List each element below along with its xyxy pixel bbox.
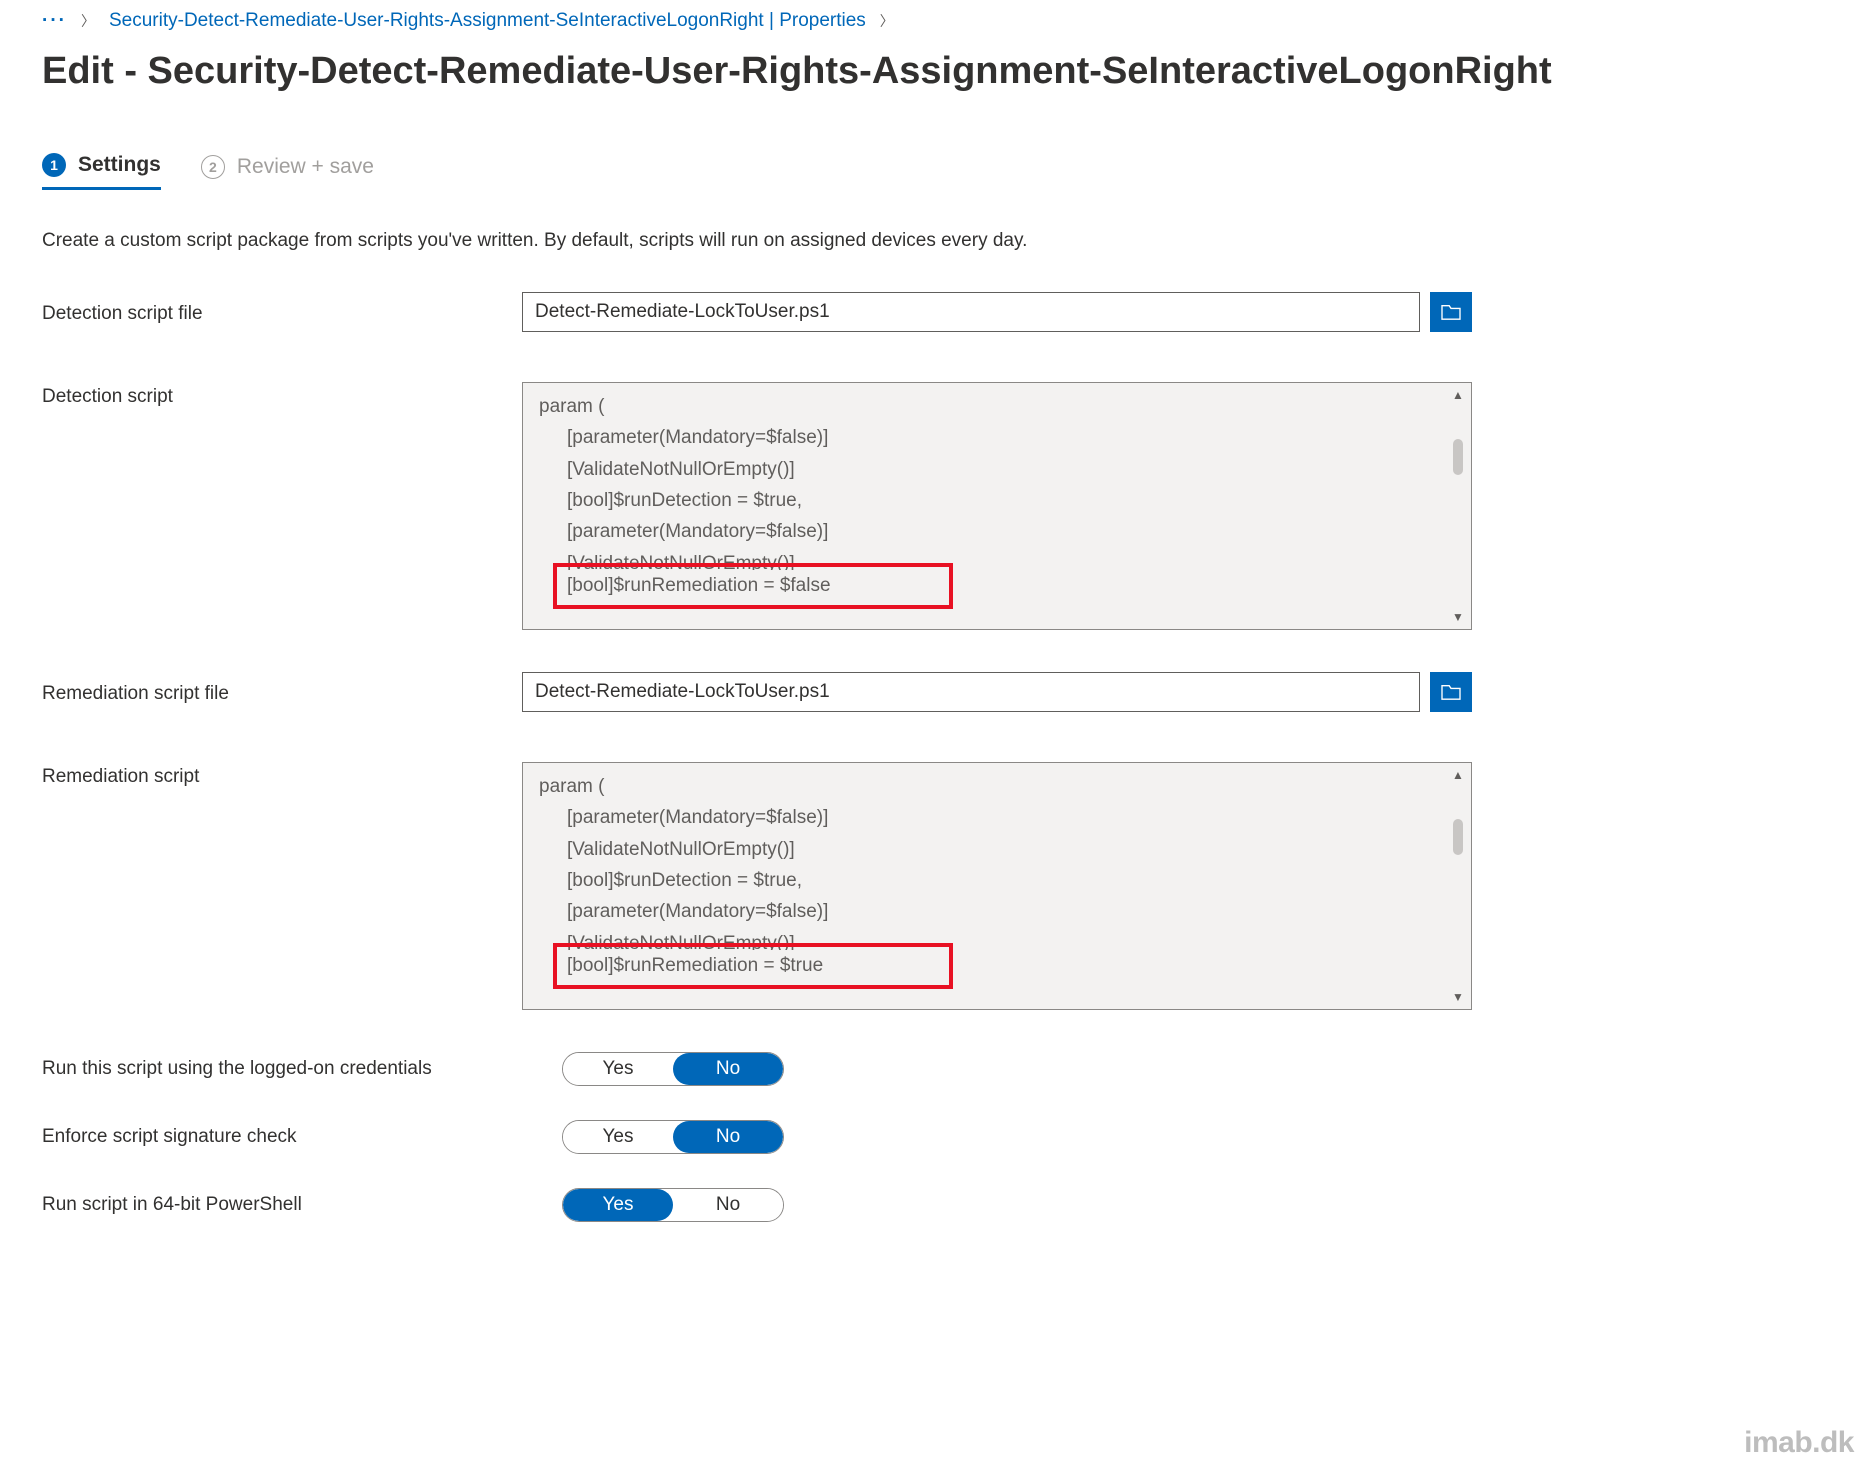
code-line: [parameter(Mandatory=$false)] — [539, 516, 1455, 547]
code-line: [ValidateNotNullOrEmpty()] — [539, 454, 1455, 485]
remediation-script-preview[interactable]: param ( [parameter(Mandatory=$false)] [V… — [522, 762, 1472, 1010]
chevron-right-icon: 〉 — [81, 11, 95, 31]
label-run-logged-on-credentials: Run this script using the logged-on cred… — [42, 1055, 562, 1084]
code-line: [ValidateNotNullOrEmpty()] — [539, 834, 1455, 865]
code-line: param ( — [539, 771, 1455, 802]
toggle-run-logged-on-credentials[interactable]: Yes No — [562, 1052, 784, 1086]
toggle-option-no[interactable]: No — [673, 1121, 783, 1153]
scrollbar[interactable]: ▲ ▼ — [1449, 769, 1467, 1003]
scroll-down-icon[interactable]: ▼ — [1452, 611, 1464, 623]
label-detection-script-file: Detection script file — [42, 299, 522, 325]
code-line: [parameter(Mandatory=$false)] — [539, 896, 1455, 927]
browse-detection-file-button[interactable] — [1430, 292, 1472, 332]
label-detection-script: Detection script — [42, 382, 522, 408]
code-line: [ValidateNotNullOrEmpty()] — [539, 548, 1455, 570]
scroll-up-icon[interactable]: ▲ — [1452, 769, 1464, 781]
chevron-right-icon: 〉 — [880, 11, 894, 31]
folder-icon — [1440, 303, 1462, 321]
code-line: [bool]$runRemediation = $false — [539, 570, 1455, 601]
step-label: Review + save — [237, 155, 374, 179]
toggle-option-yes[interactable]: Yes — [563, 1189, 673, 1221]
step-number-badge: 1 — [42, 153, 66, 177]
watermark: imab.dk — [1744, 1426, 1854, 1460]
browse-remediation-file-button[interactable] — [1430, 672, 1472, 712]
wizard-steps: 1 Settings 2 Review + save — [42, 153, 1828, 190]
detection-script-preview[interactable]: param ( [parameter(Mandatory=$false)] [V… — [522, 382, 1472, 630]
toggle-option-yes[interactable]: Yes — [563, 1053, 673, 1085]
folder-icon — [1440, 683, 1462, 701]
label-remediation-script-file: Remediation script file — [42, 679, 522, 705]
label-run-64bit-powershell: Run script in 64-bit PowerShell — [42, 1194, 562, 1216]
toggle-option-no[interactable]: No — [673, 1053, 783, 1085]
breadcrumb: ··· 〉 Security-Detect-Remediate-User-Rig… — [42, 10, 1828, 32]
scroll-thumb[interactable] — [1453, 819, 1463, 855]
toggle-option-yes[interactable]: Yes — [563, 1121, 673, 1153]
input-remediation-script-file[interactable] — [522, 672, 1420, 712]
page-title: Edit - Security-Detect-Remediate-User-Ri… — [42, 50, 1828, 93]
breadcrumb-link-properties[interactable]: Security-Detect-Remediate-User-Rights-As… — [109, 10, 866, 32]
step-review-save[interactable]: 2 Review + save — [201, 153, 374, 190]
label-remediation-script: Remediation script — [42, 762, 522, 788]
step-label: Settings — [78, 153, 161, 177]
scroll-thumb[interactable] — [1453, 439, 1463, 475]
toggle-enforce-signature-check[interactable]: Yes No — [562, 1120, 784, 1154]
code-line: [bool]$runDetection = $true, — [539, 865, 1455, 896]
scroll-up-icon[interactable]: ▲ — [1452, 389, 1464, 401]
code-line: [bool]$runRemediation = $true — [539, 950, 1455, 981]
page-description: Create a custom script package from scri… — [42, 230, 1828, 252]
scroll-down-icon[interactable]: ▼ — [1452, 991, 1464, 1003]
code-line: param ( — [539, 391, 1455, 422]
code-line: [parameter(Mandatory=$false)] — [539, 802, 1455, 833]
label-enforce-signature-check: Enforce script signature check — [42, 1126, 562, 1148]
code-line: [parameter(Mandatory=$false)] — [539, 422, 1455, 453]
input-detection-script-file[interactable] — [522, 292, 1420, 332]
step-number-badge: 2 — [201, 155, 225, 179]
breadcrumb-ellipsis[interactable]: ··· — [42, 10, 67, 32]
toggle-option-no[interactable]: No — [673, 1189, 783, 1221]
code-line: [ValidateNotNullOrEmpty()] — [539, 928, 1455, 950]
scrollbar[interactable]: ▲ ▼ — [1449, 389, 1467, 623]
step-settings[interactable]: 1 Settings — [42, 153, 161, 190]
toggle-run-64bit-powershell[interactable]: Yes No — [562, 1188, 784, 1222]
code-line: [bool]$runDetection = $true, — [539, 485, 1455, 516]
